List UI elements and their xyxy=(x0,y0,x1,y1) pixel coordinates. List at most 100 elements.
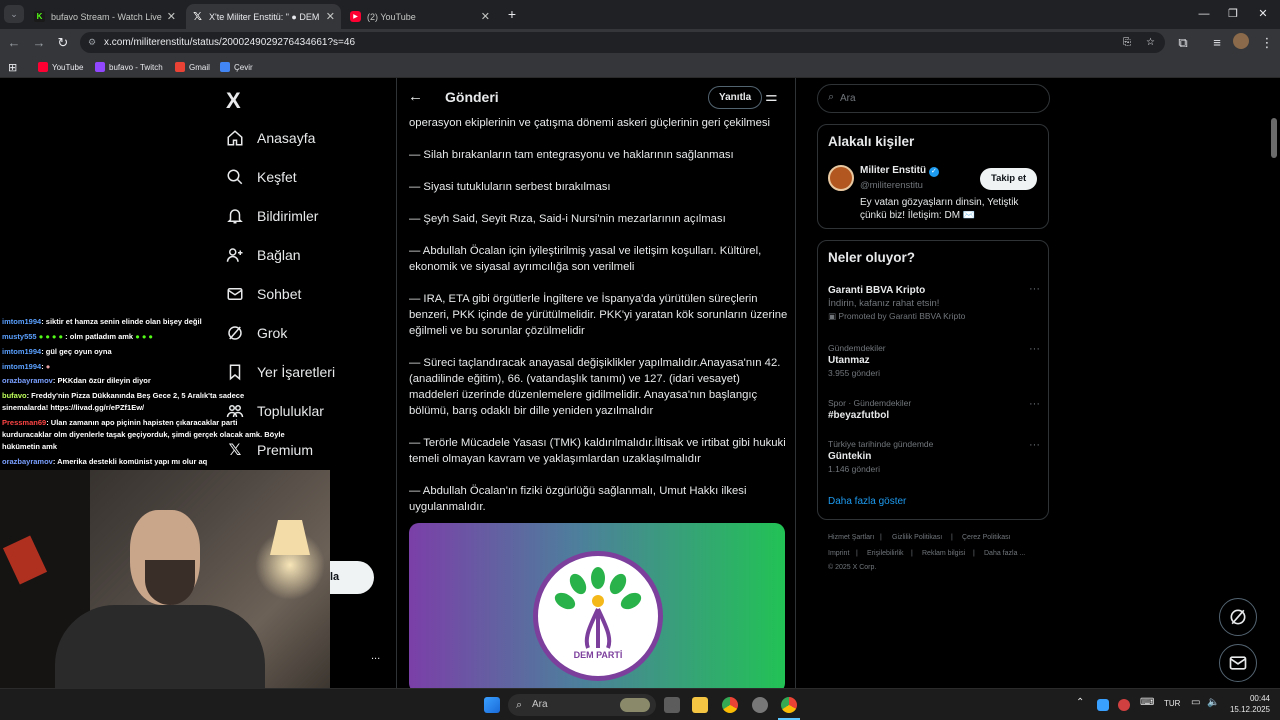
nav-grok[interactable]: Grok xyxy=(226,324,287,342)
trend-item[interactable]: Türkiye tarihinde gündemde Güntekin 1.14… xyxy=(828,439,1040,474)
profile-name[interactable]: Militer Enstitü ✓ xyxy=(860,165,939,177)
close-tab-icon[interactable]: ✕ xyxy=(167,10,176,23)
post-column: ← Gönderi Yanıtla ⚌ operasyon ekiplerini… xyxy=(396,78,796,688)
bookmark-star-icon[interactable]: ☆ xyxy=(1146,32,1155,53)
nav-premium[interactable]: 𝕏 Premium xyxy=(226,441,313,459)
nav-home[interactable]: Anasayfa xyxy=(226,129,315,147)
twitch-icon xyxy=(95,62,105,72)
minimize-button[interactable]: — xyxy=(1195,5,1213,23)
back-icon[interactable]: ← xyxy=(5,34,23,52)
keyboard-icon[interactable]: ⌨ xyxy=(1140,697,1154,708)
avatar[interactable] xyxy=(828,165,854,191)
nav-explore[interactable]: Keşfet xyxy=(226,168,297,186)
nav-communities[interactable]: Topluluklar xyxy=(226,402,324,420)
language-indicator[interactable]: TUR xyxy=(1164,699,1180,708)
verified-badge-icon: ✓ xyxy=(928,167,939,177)
follow-button[interactable]: Takip et xyxy=(980,168,1038,190)
close-window-button[interactable]: ✕ xyxy=(1254,5,1272,23)
nav-messages[interactable]: Sohbet xyxy=(226,285,301,303)
steam-icon[interactable] xyxy=(752,697,768,713)
footer-link[interactable]: Imprint xyxy=(828,550,849,557)
task-view-icon[interactable] xyxy=(664,697,680,713)
footer-link[interactable]: Daha fazla ... xyxy=(984,550,1025,557)
trend-item[interactable]: Gündemdekiler Utanmaz 3.955 gönderi ··· xyxy=(828,343,1040,378)
search-highlight-icon xyxy=(620,698,650,712)
install-app-icon[interactable]: ⎘ xyxy=(1123,32,1131,53)
reply-button[interactable]: Yanıtla xyxy=(708,86,763,109)
nav-bookmarks[interactable]: Yer İşaretleri xyxy=(226,363,335,381)
grok-fab-button[interactable] xyxy=(1219,598,1257,636)
post-image[interactable]: DEM PARTİ xyxy=(409,523,785,688)
search-input[interactable]: ⌕ Ara xyxy=(817,84,1050,113)
trend-item[interactable]: Garanti BBVA Kripto İndirin, kafanız rah… xyxy=(828,283,1040,322)
chrome-icon[interactable] xyxy=(722,697,738,713)
bookmark-twitch[interactable]: bufavo - Twitch xyxy=(95,60,163,74)
footer-link[interactable]: Reklam bilgisi xyxy=(922,550,965,557)
profile-avatar[interactable] xyxy=(1233,33,1249,49)
address-bar-row: ← → ↻ ⚙ x.com/militerenstitu/status/2000… xyxy=(0,29,1280,56)
tab-x-post[interactable]: 𝕏 X'te Militer Enstitü: " ● DEM P ✕ xyxy=(186,4,341,29)
post-paragraph: — Terörle Mücadele Yasası (TMK) kaldırıl… xyxy=(409,437,786,465)
reading-list-icon[interactable]: ≡ xyxy=(1208,34,1226,52)
tab-kick[interactable]: K bufavo Stream - Watch Live on ✕ xyxy=(28,4,182,29)
bookmark-gmail[interactable]: Gmail xyxy=(175,60,210,74)
maximize-button[interactable]: ❐ xyxy=(1224,5,1242,23)
translate-icon xyxy=(220,62,230,72)
extensions-icon[interactable]: ⧉ xyxy=(1174,34,1192,52)
apps-icon[interactable]: ⊞ xyxy=(8,60,17,74)
x-icon: 𝕏 xyxy=(193,11,202,23)
tray-app-icon[interactable] xyxy=(1097,699,1109,711)
settings-sliders-icon[interactable]: ⚌ xyxy=(765,88,778,105)
more-icon[interactable]: ··· xyxy=(1029,439,1040,451)
kick-icon: K xyxy=(34,11,45,22)
forward-icon[interactable]: → xyxy=(30,34,48,52)
network-icon[interactable]: ▭ xyxy=(1191,697,1200,708)
more-icon[interactable]: ··· xyxy=(1029,398,1040,410)
volume-icon[interactable]: 🔈 xyxy=(1207,697,1219,708)
footer-link[interactable]: Erişilebilirlik xyxy=(867,550,904,557)
footer-link[interactable]: Çerez Politikası xyxy=(962,534,1011,541)
clock[interactable]: 00:44 15.12.2025 xyxy=(1226,693,1270,715)
bookmark-youtube[interactable]: YouTube xyxy=(38,60,83,74)
scrollbar-thumb[interactable] xyxy=(1271,118,1277,158)
tray-chevron-icon[interactable]: ⌃ xyxy=(1076,697,1084,708)
url-input[interactable]: ⚙ x.com/militerenstitu/status/2000249029… xyxy=(80,32,1165,53)
tab-youtube[interactable]: ▶ (2) YouTube ✕ xyxy=(344,4,496,29)
bookmarks-bar: ⊞ YouTube bufavo - Twitch Gmail Çevir xyxy=(0,56,1280,78)
youtube-icon xyxy=(38,62,48,72)
close-tab-icon[interactable]: ✕ xyxy=(481,10,490,23)
post-paragraph: — Süreci taçlandıracak anayasal değişikl… xyxy=(409,357,781,417)
mail-icon xyxy=(226,285,244,303)
x-logo[interactable]: X xyxy=(226,88,241,114)
menu-icon[interactable]: ⋮ xyxy=(1258,34,1276,52)
site-info-icon[interactable]: ⚙ xyxy=(88,32,96,53)
show-more-link[interactable]: Daha fazla göster xyxy=(828,496,906,507)
post-paragraph: — Silah bırakanların tam entegrasyonu ve… xyxy=(409,149,734,161)
account-more-icon[interactable]: ... xyxy=(371,650,380,662)
profile-handle: @militerenstitu xyxy=(860,180,923,191)
back-arrow-icon[interactable]: ← xyxy=(408,88,423,105)
taskbar-search[interactable]: ⌕ Ara xyxy=(508,694,656,716)
chat-message: imtom1994: siktir et hamza senin elinde … xyxy=(2,317,202,326)
chat-message: Pressman69: Ulan zamanın apo piçinin hap… xyxy=(2,418,238,427)
bookmark-icon xyxy=(226,363,244,381)
chrome-active-icon[interactable] xyxy=(781,697,797,713)
home-icon xyxy=(226,129,244,147)
footer-link[interactable]: Hizmet Şartları xyxy=(828,534,874,541)
bookmark-translate[interactable]: Çevir xyxy=(220,60,253,74)
messages-fab-button[interactable] xyxy=(1219,644,1257,682)
tab-list-button[interactable]: ⌄ xyxy=(4,5,24,23)
more-icon[interactable]: ··· xyxy=(1029,283,1040,295)
close-tab-icon[interactable]: ✕ xyxy=(326,10,335,23)
reload-icon[interactable]: ↻ xyxy=(54,34,72,52)
footer-link[interactable]: Gizlilik Politikası xyxy=(892,534,942,541)
nav-connect[interactable]: Bağlan xyxy=(226,246,301,264)
more-icon[interactable]: ··· xyxy=(1029,343,1040,355)
file-explorer-icon[interactable] xyxy=(692,697,708,713)
trend-item[interactable]: Spor · Gündemdekiler #beyazfutbol ··· xyxy=(828,398,1040,421)
new-tab-button[interactable]: + xyxy=(503,5,521,23)
windows-start-icon[interactable] xyxy=(484,697,500,713)
microphone-icon[interactable] xyxy=(1118,699,1130,711)
nav-notifications[interactable]: Bildirimler xyxy=(226,207,318,225)
windows-taskbar: ⌕ Ara ⌃ ⌨ TUR ▭ 🔈 00:44 15.12.2025 xyxy=(0,688,1280,720)
